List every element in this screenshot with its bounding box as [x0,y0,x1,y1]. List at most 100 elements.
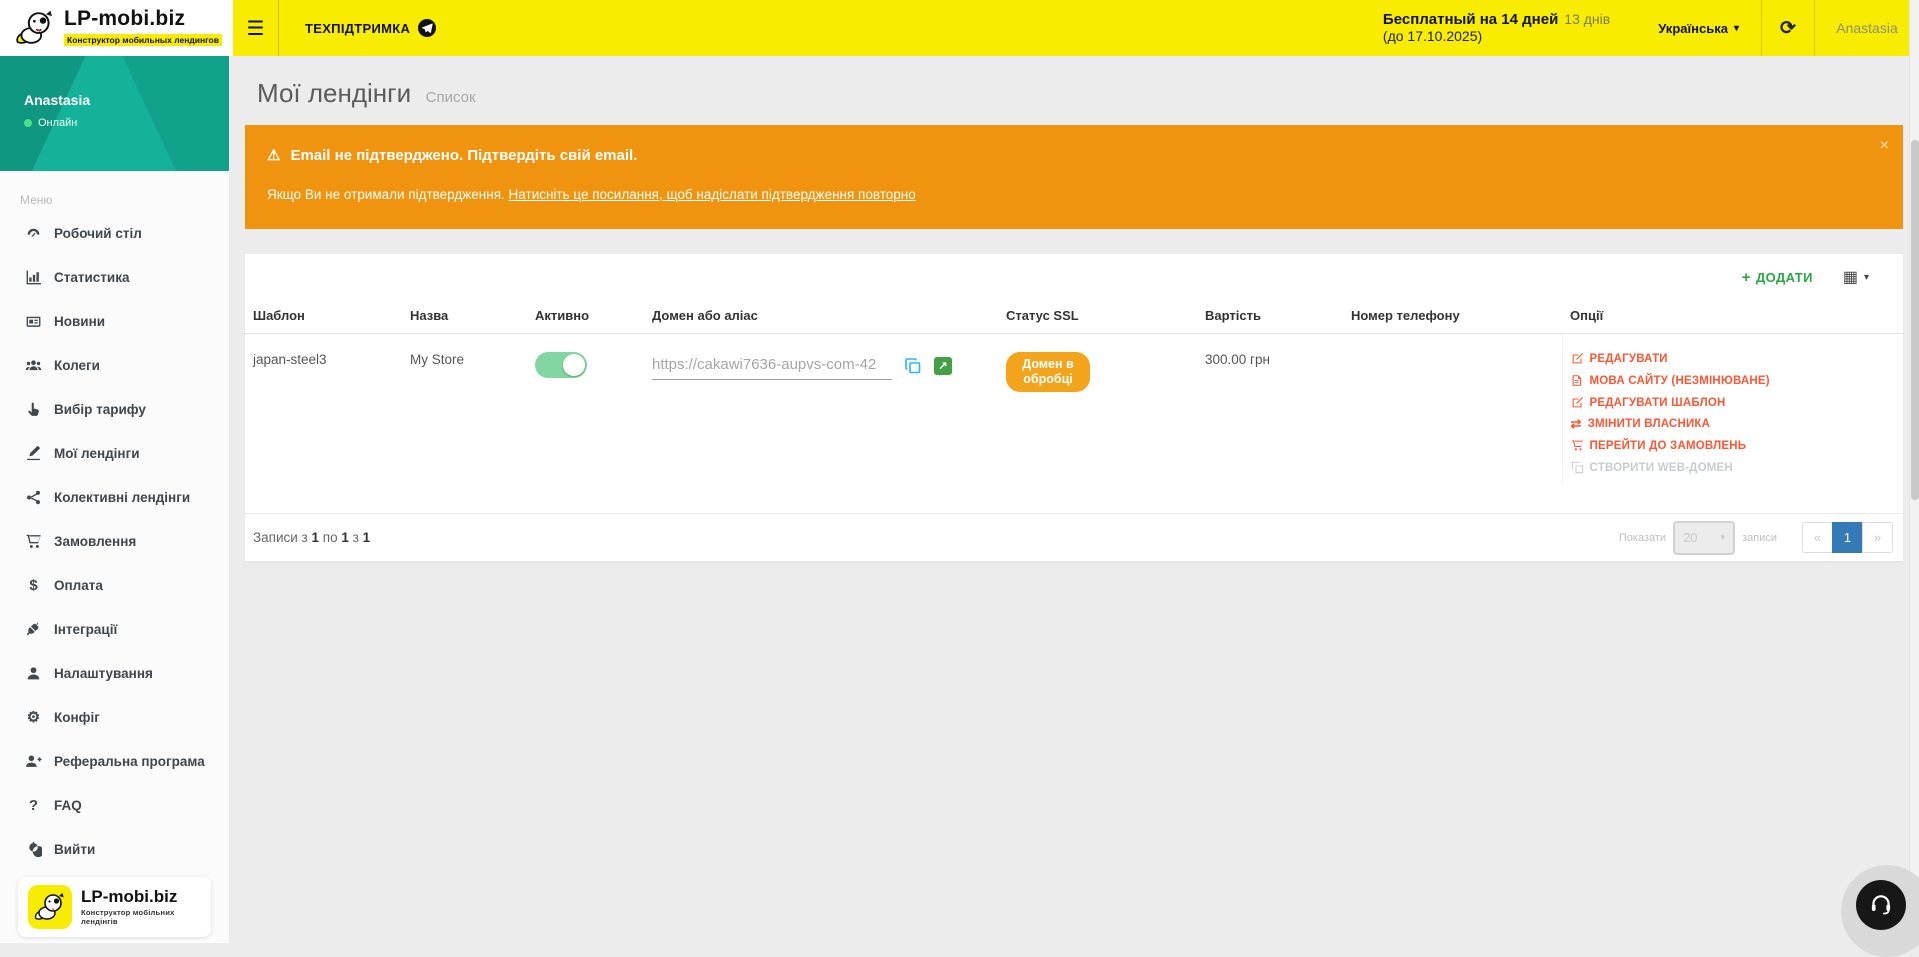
sidebar-item-payment[interactable]: $ Оплата [0,563,229,607]
signature-icon [24,445,43,462]
records-label: записи [1742,532,1777,544]
users-icon [24,357,43,374]
sidebar-item-settings[interactable]: Налаштування [0,651,229,695]
grid-icon: ▦ [1843,267,1858,287]
banner-message: Email не підтверджено. Підтвердіть свій … [290,147,637,164]
cart-icon [24,533,43,550]
support-link[interactable]: ТЕХПІДТРИМКА [279,0,462,56]
scrollbar-thumb[interactable] [1911,140,1919,500]
plus-icon: + [1742,269,1751,286]
banner-secondary-text: Якщо Ви не отримали підтвердження. [267,187,505,202]
pagination-page-1-button[interactable]: 1 [1832,522,1863,553]
cell-name: My Store [402,334,527,484]
sidebar-item-collective-landings[interactable]: Колективні лендінги [0,475,229,519]
domain-input[interactable] [652,352,892,380]
ssl-status-badge: Домен в обробці [1006,352,1090,392]
cell-template: japan-steel3 [245,334,402,484]
records-info: Записи з 1 по 1 з 1 [253,530,370,545]
sidebar-item-tariff[interactable]: Вибір тарифу [0,387,229,431]
sidebar-item-orders[interactable]: Замовлення [0,519,229,563]
page-header: Мої лендінги Список [245,56,1903,109]
col-header-active: Активно [527,300,644,334]
dollar-icon: $ [24,577,43,594]
sidebar-item-faq[interactable]: ? FAQ [0,783,229,827]
col-header-phone: Номер телефону [1343,300,1562,334]
open-external-icon[interactable]: ↗ [934,357,952,375]
headset-icon [1868,892,1894,918]
sidebar-item-news[interactable]: Новини [0,299,229,343]
close-icon[interactable]: × [1880,137,1889,155]
sidebar-item-colleagues[interactable]: Колеги [0,343,229,387]
option-create-web-domain[interactable]: СТВОРИТИ WEB-ДОМЕН [1571,461,1896,474]
chevron-down-icon: ▾ [1721,532,1726,543]
dashboard-icon [24,225,43,242]
exchange-icon: ⇄ [1571,419,1582,429]
logo-title: LP-mobi.biz [64,8,222,30]
active-toggle[interactable] [535,352,587,378]
landings-table: Шаблон Назва Активно Домен або аліас Ста… [245,300,1903,483]
menu-icon[interactable]: ☰ [233,0,279,56]
footer-logo-tagline: Конструктор мобільних лендінгів [81,908,201,926]
online-status-dot [24,119,32,127]
logo-tile-icon [28,885,72,929]
col-header-ssl: Статус SSL [998,300,1197,334]
trial-plan: Бесплатный на 14 дней [1383,11,1558,28]
col-header-domain: Домен або аліас [644,300,998,334]
profile-name: Anastasia [24,92,229,108]
email-warning-banner: ⚠ Email не підтверджено. Підтвердіть сві… [245,125,1903,229]
option-site-language[interactable]: МОВА САЙТУ (НЕЗМІНЮВАНЕ) [1571,374,1896,387]
option-edit[interactable]: РЕДАГУВАТИ [1571,352,1896,365]
cell-phone [1343,334,1562,484]
sidebar-item-statistics[interactable]: Статистика [0,255,229,299]
resend-confirmation-link[interactable]: Натисніть це посилання, щоб надіслати пі… [509,187,916,202]
cell-options: РЕДАГУВАТИ МОВА САЙТУ (НЕЗМІНЮВАНЕ) РЕДА… [1562,334,1903,484]
sidebar-item-dashboard[interactable]: Робочий стіл [0,211,229,255]
sidebar-footer-logo[interactable]: LP-mobi.biz Конструктор мобільних лендін… [18,877,211,937]
option-edit-template[interactable]: РЕДАГУВАТИ ШАБЛОН [1571,396,1896,409]
page-title: Мої лендінги [257,78,411,108]
telegram-icon [418,19,436,37]
logo-tagline: Конструктор мобильных лендингов [64,34,222,46]
option-change-owner[interactable]: ⇄ ЗМІНИТИ ВЛАСНИКА [1571,418,1896,430]
page-size-select[interactable]: 20 ▾ [1673,521,1735,555]
hand-pointer-icon [24,401,43,418]
option-go-to-orders[interactable]: ПЕРЕЙТИ ДО ЗАМОВЛЕНЬ [1571,439,1896,452]
card-toolbar: + ДОДАТИ ▦ ▾ [245,254,1903,300]
add-landing-button[interactable]: + ДОДАТИ [1742,269,1813,286]
app-logo[interactable]: LP-mobi.biz Конструктор мобильных лендин… [0,0,233,56]
share-icon [24,489,43,506]
footer-logo-title: LP-mobi.biz [81,888,201,906]
sidebar-nav: Робочий стіл Статистика Новини Колеги Ви… [0,211,229,871]
sidebar-item-logout[interactable]: Вийти [0,827,229,871]
refresh-icon[interactable]: ⟳ [1762,0,1814,56]
col-header-options: Опції [1562,300,1903,334]
sidebar-item-referral[interactable]: Реферальна програма [0,739,229,783]
main-content: Мої лендінги Список ⚠ Email не підтвердж… [229,56,1919,943]
column-settings-dropdown[interactable]: ▦ ▾ [1843,267,1869,287]
user-menu[interactable]: Anastasia [1815,0,1919,56]
menu-section-label: Меню [0,171,229,211]
col-header-name: Назва [402,300,527,334]
sidebar-item-my-landings[interactable]: Мої лендінги [0,431,229,475]
chart-icon [24,269,43,286]
copy-icon[interactable] [904,357,922,375]
page-scrollbar[interactable] [1909,0,1919,943]
yellow-topbar: ☰ ТЕХПІДТРИМКА Бесплатный на 14 дней13 д… [233,0,1919,56]
top-header: LP-mobi.biz Конструктор мобильных лендин… [0,0,1919,56]
online-status-label: Онлайн [38,117,77,129]
col-header-template: Шаблон [245,300,402,334]
power-icon [24,841,43,858]
user-plus-icon [24,753,43,770]
sidebar: Anastasia Онлайн Меню Робочий стіл Стати… [0,56,229,943]
pagination-prev-button[interactable]: « [1802,522,1833,553]
language-dropdown[interactable]: Українська ▾ [1636,0,1761,56]
chevron-down-icon: ▾ [1864,272,1869,283]
sidebar-item-config[interactable]: ⚙ Конфіг [0,695,229,739]
sidebar-item-integrations[interactable]: Інтеграції [0,607,229,651]
support-chat-button[interactable] [1856,880,1906,930]
pagination-next-button[interactable]: » [1862,522,1893,553]
table-header-row: Шаблон Назва Активно Домен або аліас Ста… [245,300,1903,334]
logo-dog-icon [33,891,67,923]
table-footer: Записи з 1 по 1 з 1 Показати 20 ▾ записи… [245,513,1903,561]
profile-panel: Anastasia Онлайн [0,56,229,171]
